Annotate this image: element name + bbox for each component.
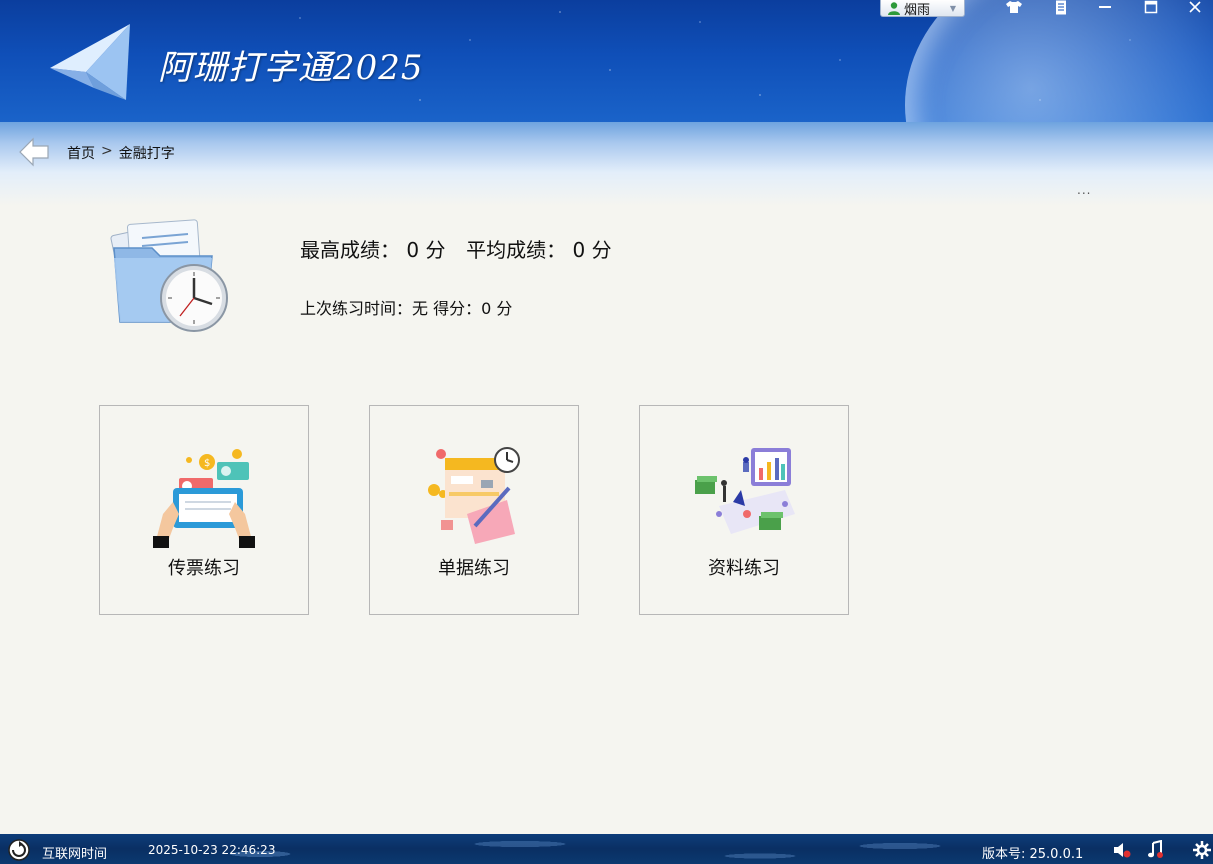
back-arrow-icon[interactable] — [18, 136, 50, 168]
best-average-score: 最高成绩： 0 分 平均成绩： 0 分 — [300, 234, 612, 263]
average-score-unit: 分 — [591, 238, 612, 262]
last-practice-time-value: 无 — [412, 299, 429, 318]
data-practice-card[interactable]: 资料练习 — [639, 405, 849, 615]
gear-icon[interactable] — [1192, 840, 1212, 860]
last-score-value: 0 — [481, 299, 492, 318]
receipt-practice-icon — [428, 447, 520, 544]
last-score-unit: 分 — [496, 299, 513, 318]
speaker-icon[interactable] — [1112, 840, 1132, 860]
receipt-practice-card[interactable]: 单据练习 — [369, 405, 579, 615]
app-title: 阿珊打字通2025 — [158, 48, 424, 88]
version-label: 版本号: 25.0.0.1 — [982, 847, 1084, 862]
breadcrumb-separator: > — [101, 143, 113, 159]
folder-clock-icon — [110, 219, 228, 332]
minimize-button[interactable] — [1094, 0, 1116, 16]
skin-button[interactable] — [1003, 0, 1025, 16]
best-score-label: 最高成绩： — [300, 238, 400, 262]
header-moon — [905, 0, 1213, 122]
internet-time-label: 互联网时间 — [42, 847, 108, 862]
maximize-icon — [1144, 0, 1158, 14]
chevron-down-icon: ▼ — [949, 3, 956, 13]
shirt-icon — [1006, 1, 1022, 13]
notes-button[interactable] — [1050, 0, 1072, 16]
minimize-icon — [1099, 6, 1111, 8]
status-bar: 互联网时间 2025-10-23 22:46:23 版本号: 25.0.0.1 — [0, 834, 1213, 864]
internet-time-value: 2025-10-23 22:46:23 — [148, 843, 276, 857]
svg-text:$: $ — [204, 458, 210, 469]
breadcrumb-band — [0, 122, 1213, 206]
music-note-icon[interactable] — [1145, 840, 1165, 860]
average-score-value: 0 — [572, 238, 586, 262]
app-header: 阿珊打字通2025 — [0, 0, 1213, 122]
paper-plane-logo-icon — [50, 24, 130, 100]
user-icon — [888, 2, 900, 15]
more-dots: ... — [1077, 183, 1092, 197]
breadcrumb: 首页 > 金融打字 — [67, 143, 175, 163]
maximize-button[interactable] — [1140, 0, 1162, 16]
voucher-practice-label: 传票练习 — [168, 558, 240, 579]
user-name: 烟雨 — [904, 2, 931, 18]
best-score-value: 0 — [406, 238, 420, 262]
document-icon — [1056, 0, 1066, 15]
last-score-label: 得分： — [433, 299, 482, 318]
breadcrumb-home-link[interactable]: 首页 — [67, 143, 95, 163]
average-score-label: 平均成绩： — [466, 238, 567, 262]
data-practice-icon — [695, 448, 795, 534]
close-icon — [1189, 1, 1201, 13]
breadcrumb-current: 金融打字 — [118, 146, 175, 162]
voucher-practice-icon: $ — [153, 449, 255, 548]
close-button[interactable] — [1184, 0, 1206, 16]
data-practice-label: 资料练习 — [708, 558, 780, 579]
voucher-practice-card[interactable]: $ 传票练习 — [99, 405, 309, 615]
user-menu-button[interactable]: 烟雨 ▼ — [880, 0, 965, 18]
last-practice-time-label: 上次练习时间： — [300, 299, 413, 318]
receipt-practice-label: 单据练习 — [438, 558, 510, 579]
sync-clock-icon[interactable] — [8, 839, 30, 861]
best-score-unit: 分 — [425, 238, 446, 262]
last-practice-info: 上次练习时间：无 得分：0 分 — [300, 295, 512, 319]
